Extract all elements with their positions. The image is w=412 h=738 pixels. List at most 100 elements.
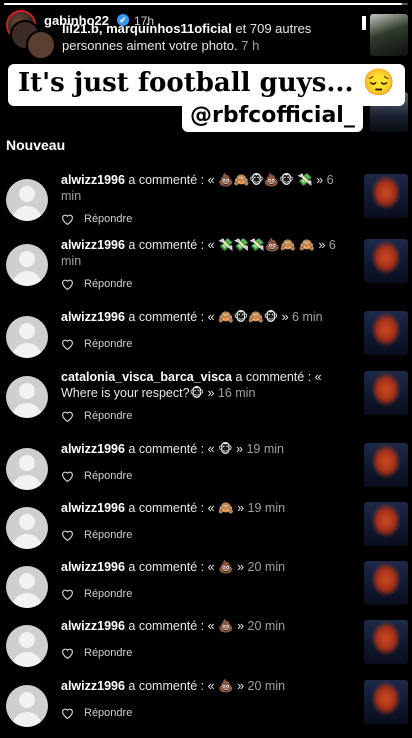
comment-content: « 💩🙈🐵💩🐵 💸 » — [207, 173, 324, 187]
post-thumbnail[interactable] — [370, 14, 408, 56]
notification-text: alwizz1996 a commenté : « 🙈 » 19 min — [61, 500, 345, 516]
post-thumbnail[interactable] — [364, 620, 408, 664]
notification-row[interactable]: alwizz1996 a commenté : « 💩 » 20 min Répo… — [0, 559, 412, 619]
reply-button[interactable]: Répondre — [61, 213, 132, 229]
avatar[interactable] — [6, 316, 48, 358]
post-thumbnail[interactable] — [364, 561, 408, 605]
avatar[interactable] — [6, 448, 48, 490]
heart-icon[interactable] — [61, 338, 74, 351]
avatar[interactable] — [6, 507, 48, 549]
comment-time: 20 min — [247, 560, 286, 574]
avatar — [26, 30, 56, 60]
comment-content: « 🙈 » — [207, 501, 245, 515]
post-thumbnail[interactable] — [364, 311, 408, 355]
commented-text: a commenté : — [235, 370, 312, 384]
comment-username[interactable]: catalonia_visca_barca_visca — [61, 370, 232, 384]
comment-content: « 🐵 » — [207, 442, 243, 456]
commented-text: a commenté : — [128, 560, 205, 574]
comment-content: « 💸💸💸💩🙈 🙈 » — [207, 238, 326, 252]
comment-content: « 💩 » — [207, 560, 245, 574]
reply-button[interactable]: Répondre — [61, 588, 132, 604]
commented-text: a commenté : — [128, 442, 205, 456]
avatar[interactable] — [6, 566, 48, 608]
notification-row[interactable]: catalonia_visca_barca_visca a commenté :… — [0, 369, 412, 429]
post-thumbnail[interactable] — [364, 174, 408, 218]
likes-time: 7 h — [241, 38, 260, 53]
reply-label: Répondre — [84, 278, 133, 291]
comment-username[interactable]: alwizz1996 — [61, 679, 125, 693]
reply-button[interactable]: Répondre — [61, 707, 132, 723]
comment-username[interactable]: alwizz1996 — [61, 442, 125, 456]
reply-label: Répondre — [84, 410, 133, 423]
commented-text: a commenté : — [128, 238, 205, 252]
notification-text: alwizz1996 a commenté : « 💩 » 20 min — [61, 678, 345, 694]
comment-username[interactable]: alwizz1996 — [61, 619, 125, 633]
comment-time: 20 min — [247, 679, 286, 693]
notification-row[interactable]: alwizz1996 a commenté : « 💩 » 20 min Répo… — [0, 678, 412, 738]
reply-label: Répondre — [84, 213, 133, 226]
avatar[interactable] — [6, 625, 48, 667]
notification-row[interactable]: alwizz1996 a commenté : « 🙈🐵🙈🐵 » 6 min Ré… — [0, 309, 412, 369]
story-mention[interactable]: @rbfcofficial_ — [182, 100, 363, 132]
notification-row[interactable]: alwizz1996 a commenté : « 💩🙈🐵💩🐵 💸 » 6 mi… — [0, 172, 412, 232]
post-thumbnail[interactable] — [364, 680, 408, 724]
story-progress-bar — [4, 3, 408, 5]
section-title: Nouveau — [6, 137, 66, 153]
commented-text: a commenté : — [128, 501, 205, 515]
notification-text: alwizz1996 a commenté : « 💩 » 20 min — [61, 559, 345, 575]
notification-row[interactable]: alwizz1996 a commenté : « 💩 » 20 min Répo… — [0, 618, 412, 678]
notification-row[interactable]: alwizz1996 a commenté : « 💸💸💸💩🙈 🙈 » 6 mi… — [0, 237, 412, 297]
heart-icon[interactable] — [61, 278, 74, 291]
heart-icon[interactable] — [61, 410, 74, 423]
post-thumbnail[interactable] — [364, 502, 408, 546]
post-thumbnail[interactable] — [364, 443, 408, 487]
comment-username[interactable]: alwizz1996 — [61, 501, 125, 515]
avatar[interactable] — [6, 179, 48, 221]
commented-text: a commenté : — [128, 679, 205, 693]
heart-icon[interactable] — [61, 529, 74, 542]
likes-users: lil21.b, marquinhos11oficial — [62, 21, 232, 36]
reply-button[interactable]: Répondre — [61, 278, 132, 294]
post-thumbnail[interactable] — [364, 371, 408, 415]
notification-text: alwizz1996 a commenté : « 🐵 » 19 min — [61, 441, 345, 457]
notification-text: alwizz1996 a commenté : « 💩🙈🐵💩🐵 💸 » 6 mi… — [61, 172, 345, 204]
comment-username[interactable]: alwizz1996 — [61, 310, 125, 324]
heart-icon[interactable] — [61, 213, 74, 226]
comment-username[interactable]: alwizz1996 — [61, 560, 125, 574]
heart-icon[interactable] — [61, 707, 74, 720]
heart-icon[interactable] — [61, 647, 74, 660]
comment-time: 20 min — [247, 619, 286, 633]
notification-text: alwizz1996 a commenté : « 💸💸💸💩🙈 🙈 » 6 mi… — [61, 237, 345, 269]
comment-content: « 🙈🐵🙈🐵 » — [207, 310, 289, 324]
avatar[interactable] — [6, 244, 48, 286]
story-progress-fill — [4, 3, 402, 5]
heart-icon[interactable] — [61, 470, 74, 483]
comment-time: 6 min — [292, 310, 323, 324]
comment-time: 16 min — [217, 386, 256, 400]
commented-text: a commenté : — [128, 173, 205, 187]
reply-button[interactable]: Répondre — [61, 470, 132, 486]
reply-button[interactable]: Répondre — [61, 529, 132, 545]
commented-text: a commenté : — [128, 619, 205, 633]
comment-username[interactable]: alwizz1996 — [61, 173, 125, 187]
comment-time: 19 min — [247, 501, 286, 515]
likes-avatars — [10, 20, 58, 60]
reply-label: Répondre — [84, 647, 133, 660]
post-thumbnail[interactable] — [364, 239, 408, 283]
comment-time: 19 min — [246, 442, 284, 456]
comment-content: « 💩 » — [207, 679, 245, 693]
avatar[interactable] — [6, 685, 48, 727]
reply-label: Répondre — [84, 338, 133, 351]
reply-button[interactable]: Répondre — [61, 647, 132, 663]
reply-button[interactable]: Répondre — [61, 338, 132, 354]
heart-icon[interactable] — [61, 588, 74, 601]
commented-text: a commenté : — [128, 310, 205, 324]
reply-label: Répondre — [84, 470, 133, 483]
notification-row[interactable]: alwizz1996 a commenté : « 🐵 » 19 min Répo… — [0, 441, 412, 501]
avatar[interactable] — [6, 376, 48, 418]
notification-row[interactable]: alwizz1996 a commenté : « 🙈 » 19 min Répo… — [0, 500, 412, 560]
comment-username[interactable]: alwizz1996 — [61, 238, 125, 252]
reply-label: Répondre — [84, 529, 133, 542]
notification-text: alwizz1996 a commenté : « 💩 » 20 min — [61, 618, 345, 634]
reply-button[interactable]: Répondre — [61, 410, 132, 426]
